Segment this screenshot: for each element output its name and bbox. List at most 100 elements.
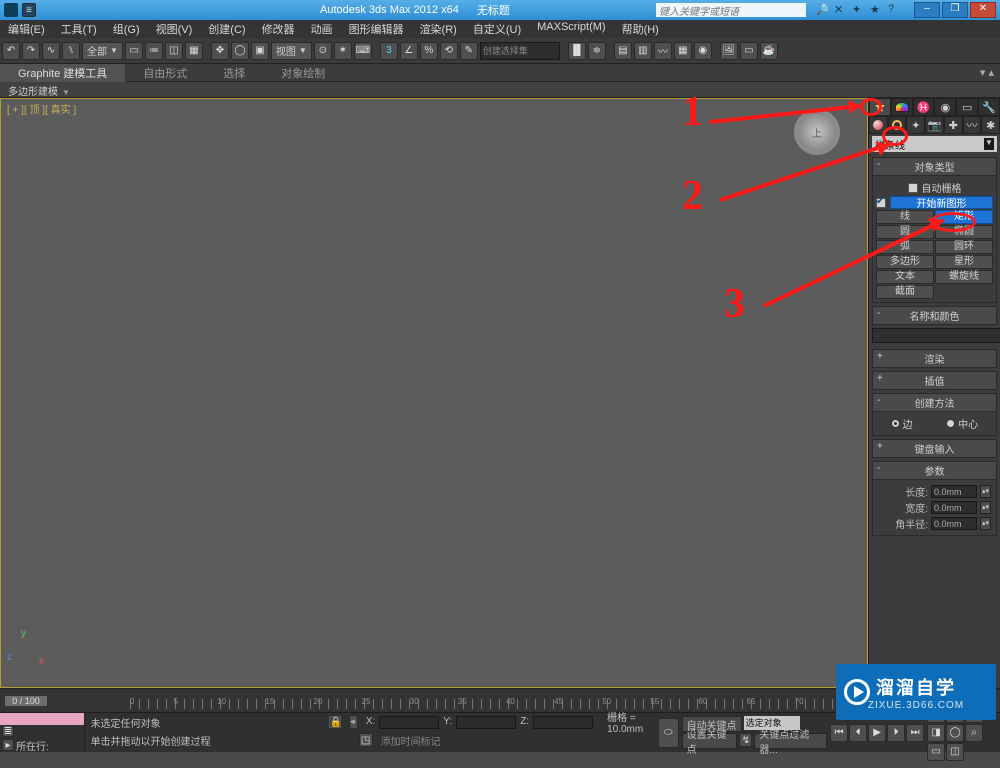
- cat-spacewarps[interactable]: 〰: [963, 116, 982, 134]
- subscription-icon[interactable]: ✕: [834, 3, 848, 17]
- menu-customize[interactable]: 自定义(U): [465, 20, 529, 38]
- spinner-snap-icon[interactable]: ⟲: [440, 42, 458, 60]
- menu-views[interactable]: 视图(V): [148, 20, 201, 38]
- isolate-icon[interactable]: ◳: [359, 733, 373, 747]
- orbit-icon[interactable]: ◯: [946, 724, 964, 742]
- rollout-parameters[interactable]: -参数: [872, 461, 997, 480]
- schematic-view-icon[interactable]: ▦: [674, 42, 692, 60]
- tab-modify[interactable]: [891, 98, 913, 116]
- favorites-icon[interactable]: ★: [870, 3, 884, 17]
- rendered-frame-icon[interactable]: ▭: [740, 42, 758, 60]
- mirror-icon[interactable]: ▐▌: [568, 42, 586, 60]
- cat-systems[interactable]: ✱: [981, 116, 1000, 134]
- named-selection-set[interactable]: 创建选择集: [480, 42, 560, 60]
- maximize-button[interactable]: ❐: [942, 2, 968, 18]
- search-go-icon[interactable]: 🔎: [816, 3, 830, 17]
- prev-frame-icon[interactable]: ⏴: [849, 724, 867, 742]
- cat-shapes[interactable]: [888, 116, 907, 134]
- select-manipulate-icon[interactable]: ✶: [334, 42, 352, 60]
- tab-hierarchy[interactable]: ♓: [913, 98, 935, 116]
- edit-named-sel-icon[interactable]: ✎: [460, 42, 478, 60]
- menu-group[interactable]: 组(G): [105, 20, 148, 38]
- tab-utilities[interactable]: 🔧: [978, 98, 1000, 116]
- absolute-relative-icon[interactable]: ⌖: [349, 715, 358, 729]
- render-production-icon[interactable]: ☕: [760, 42, 778, 60]
- menu-grapheditors[interactable]: 图形编辑器: [341, 20, 412, 38]
- keyboard-shortcut-icon[interactable]: ⌨: [354, 42, 372, 60]
- snap-toggle-icon[interactable]: 3: [380, 42, 398, 60]
- key-filters-icon[interactable]: ↯: [739, 733, 752, 747]
- goto-start-icon[interactable]: ⏮: [830, 724, 848, 742]
- menu-tools[interactable]: 工具(T): [53, 20, 105, 38]
- play-icon[interactable]: ▶: [868, 724, 886, 742]
- width-spinner[interactable]: ▴▾: [980, 501, 991, 514]
- align-icon[interactable]: ≑: [588, 42, 606, 60]
- select-by-name-icon[interactable]: ≔: [145, 42, 163, 60]
- selection-lock-icon[interactable]: 🔒: [329, 716, 341, 728]
- y-input[interactable]: [456, 716, 516, 729]
- script-listener-icon[interactable]: ≣: [2, 725, 14, 737]
- width-input[interactable]: 0.0mm: [931, 501, 977, 514]
- next-frame-icon[interactable]: ⏵: [887, 724, 905, 742]
- material-editor-icon[interactable]: ◉: [694, 42, 712, 60]
- exchange-icon[interactable]: ✦: [852, 3, 866, 17]
- unlink-icon[interactable]: ⑊: [62, 42, 80, 60]
- menu-maxscript[interactable]: MAXScript(M): [529, 20, 613, 38]
- min-max-toggle-icon[interactable]: ◫: [946, 743, 964, 761]
- goto-end-icon[interactable]: ⏭: [906, 724, 924, 742]
- render-setup-icon[interactable]: 🖼: [720, 42, 738, 60]
- menu-create[interactable]: 创建(C): [200, 20, 253, 38]
- select-region-icon[interactable]: ◫: [165, 42, 183, 60]
- link-icon[interactable]: ∿: [42, 42, 60, 60]
- object-name-input[interactable]: [872, 328, 1000, 343]
- ref-coord-system[interactable]: 视图▼: [271, 42, 312, 60]
- ribbon-tab-graphite[interactable]: Graphite 建模工具: [0, 64, 125, 82]
- graphite-toggle-icon[interactable]: ▥: [634, 42, 652, 60]
- ribbon-tab-objectpaint[interactable]: 对象绘制: [263, 64, 343, 82]
- rollout-render[interactable]: +渲染: [872, 349, 997, 368]
- percent-snap-icon[interactable]: %: [420, 42, 438, 60]
- window-crossing-icon[interactable]: ▦: [185, 42, 203, 60]
- zoom-region-icon[interactable]: ⌕: [965, 724, 983, 742]
- time-slider[interactable]: 0 / 100: [4, 695, 124, 707]
- scale-icon[interactable]: ▣: [251, 42, 269, 60]
- move-icon[interactable]: ✥: [211, 42, 229, 60]
- select-object-icon[interactable]: ▭: [125, 42, 143, 60]
- layer-manager-icon[interactable]: ▤: [614, 42, 632, 60]
- rollout-keyboard-entry[interactable]: +键盘输入: [872, 439, 997, 458]
- ribbon-tab-freeform[interactable]: 自由形式: [125, 64, 205, 82]
- length-spinner[interactable]: ▴▾: [980, 485, 991, 498]
- cat-cameras[interactable]: 📷: [925, 116, 944, 134]
- rollout-create-method[interactable]: -创建方法: [872, 393, 997, 412]
- menu-animation[interactable]: 动画: [303, 20, 341, 38]
- tab-display[interactable]: ▭: [956, 98, 978, 116]
- ribbon-tab-selection[interactable]: 选择: [205, 64, 263, 82]
- time-slider-knob[interactable]: 0 / 100: [4, 695, 48, 707]
- cat-helpers[interactable]: ✚: [944, 116, 963, 134]
- rotate-icon[interactable]: ◯: [231, 42, 249, 60]
- edge-radio[interactable]: [891, 419, 900, 428]
- menu-edit[interactable]: 编辑(E): [0, 20, 53, 38]
- help-icon[interactable]: ?: [888, 3, 902, 17]
- rollout-interpolation[interactable]: +插值: [872, 371, 997, 390]
- close-button[interactable]: ✕: [970, 2, 996, 18]
- viewport-label[interactable]: [ + ][ 顶 ][ 真实 ]: [7, 101, 76, 116]
- use-pivot-center-icon[interactable]: ⊙: [314, 42, 332, 60]
- angle-snap-icon[interactable]: ∠: [400, 42, 418, 60]
- center-radio[interactable]: [946, 419, 955, 428]
- set-key-button[interactable]: 设置关键点: [682, 733, 738, 749]
- cat-lights[interactable]: ✦: [906, 116, 925, 134]
- selection-filter[interactable]: 全部▼: [82, 42, 123, 60]
- prompt-expand-icon[interactable]: ▸: [2, 739, 14, 751]
- set-key-large-icon[interactable]: ⬭: [658, 718, 679, 748]
- corner-input[interactable]: 0.0mm: [931, 517, 977, 530]
- length-input[interactable]: 0.0mm: [931, 485, 977, 498]
- tab-motion[interactable]: ◉: [934, 98, 956, 116]
- trackbar-mini[interactable]: [0, 713, 84, 725]
- z-input[interactable]: [533, 716, 593, 729]
- maximize-viewport-icon[interactable]: ▭: [927, 743, 945, 761]
- undo-icon[interactable]: ↶: [2, 42, 20, 60]
- ribbon-panel-polymodeling[interactable]: 多边形建模▼: [0, 82, 1000, 98]
- minimize-button[interactable]: –: [914, 2, 940, 18]
- key-filters-button[interactable]: 关键点过滤器...: [754, 733, 827, 749]
